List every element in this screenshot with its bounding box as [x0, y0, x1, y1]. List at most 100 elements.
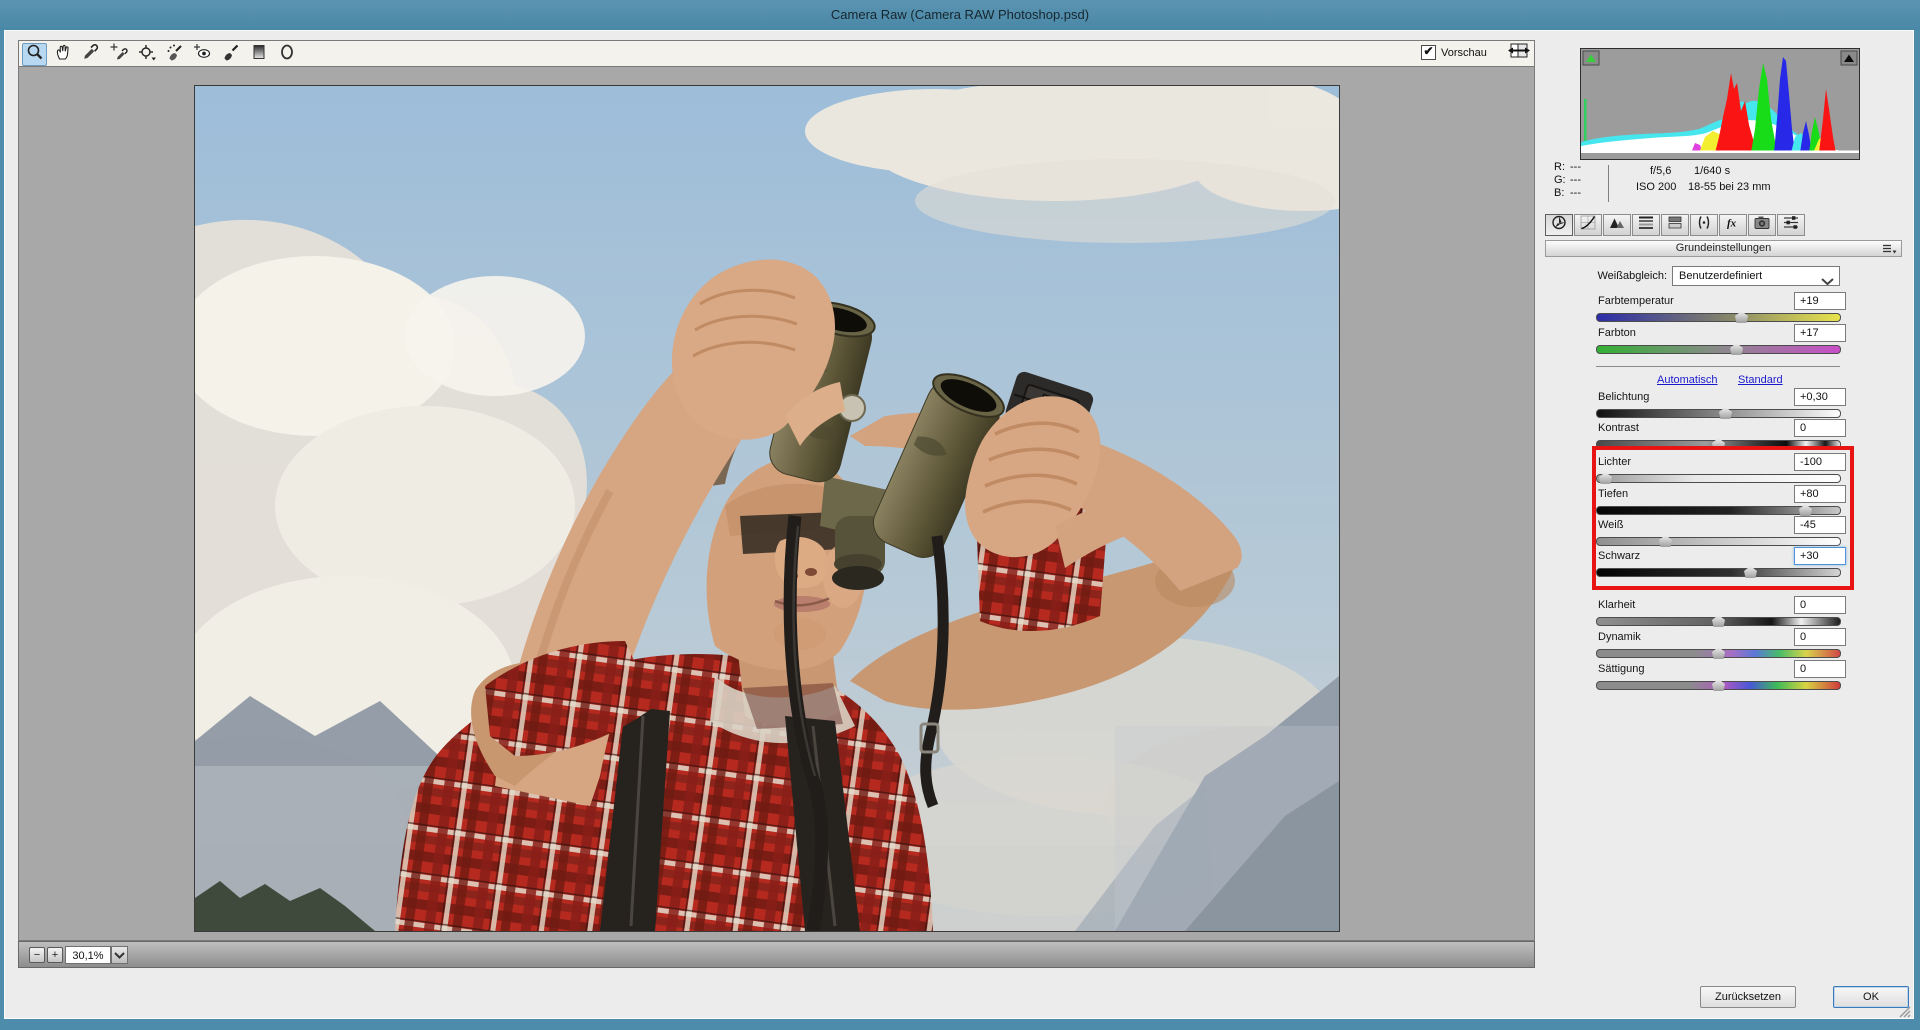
white-balance-tool-button[interactable]	[78, 43, 103, 66]
reset-button[interactable]: Zurücksetzen	[1700, 986, 1796, 1008]
camera-icon	[1754, 215, 1770, 235]
slider-value-input[interactable]: 0	[1794, 596, 1846, 614]
b-value: ---	[1570, 187, 1581, 199]
white-balance-dropdown[interactable]: Benutzerdefiniert	[1672, 266, 1840, 286]
split-toning-icon	[1667, 215, 1683, 235]
tab-camera-calibration[interactable]	[1748, 214, 1776, 236]
slider-label: Klarheit	[1598, 599, 1635, 611]
slider-label: Kontrast	[1598, 422, 1639, 434]
photo-illustration	[195, 86, 1339, 931]
fx-icon: fx	[1725, 215, 1741, 235]
presets-sliders-icon	[1783, 215, 1799, 235]
hand-tool-icon	[53, 42, 73, 67]
slider-value-input[interactable]: 0	[1794, 628, 1846, 646]
zoom-tool-button[interactable]	[22, 43, 47, 66]
highlight-clipping-warning-button[interactable]	[1841, 51, 1857, 65]
tab-effects[interactable]: fx	[1719, 214, 1747, 236]
tab-basic[interactable]	[1545, 214, 1573, 236]
annotation-highlight-box	[1592, 446, 1854, 590]
zoom-out-button[interactable]: −	[29, 947, 45, 963]
b-label: B:	[1554, 187, 1570, 200]
preview-checkbox[interactable]: ✔	[1421, 45, 1436, 60]
zoom-level-dropdown-button[interactable]	[111, 946, 128, 964]
tab-presets[interactable]	[1777, 214, 1805, 236]
zoom-status-bar: − + 30,1%	[18, 941, 1535, 968]
rgb-b-row: B:---	[1554, 187, 1581, 200]
slider-track[interactable]	[1596, 649, 1841, 658]
readout-divider	[1608, 165, 1609, 202]
resize-grip[interactable]	[1897, 1004, 1911, 1023]
radial-filter-tool-button[interactable]	[274, 43, 299, 66]
histogram-panel	[1580, 48, 1860, 160]
spot-removal-icon	[165, 42, 185, 67]
slider-thumb[interactable]	[1719, 407, 1732, 419]
color-sampler-tool-button[interactable]	[106, 43, 131, 66]
tab-lens-corrections[interactable]	[1690, 214, 1718, 236]
targeted-adjustment-icon	[137, 42, 157, 67]
slider-thumb[interactable]	[1712, 647, 1725, 659]
slider-label: Dynamik	[1598, 631, 1641, 643]
panel-menu-icon	[1882, 243, 1897, 255]
red-eye-icon	[193, 42, 213, 67]
slider-track[interactable]	[1596, 313, 1841, 322]
slider-temperature: Farbtemperatur+19	[1596, 292, 1842, 322]
slider-track[interactable]	[1596, 681, 1841, 690]
zoom-level-field[interactable]: 30,1%	[65, 946, 111, 964]
photo-preview[interactable]	[194, 85, 1340, 932]
slider-track[interactable]	[1596, 617, 1841, 626]
zoom-in-button[interactable]: +	[47, 947, 63, 963]
slider-value-input[interactable]: 0	[1794, 419, 1846, 437]
slider-label: Sättigung	[1598, 663, 1644, 675]
shadow-clipping-warning-button[interactable]	[1583, 51, 1599, 65]
radial-filter-icon	[277, 42, 297, 67]
histogram-chart	[1581, 49, 1859, 159]
rgb-r-row: R:---	[1554, 161, 1581, 174]
tab-tone-curve[interactable]	[1574, 214, 1602, 236]
slider-thumb[interactable]	[1712, 615, 1725, 627]
tool-options-bar: ✔ Vorschau	[18, 40, 1535, 67]
toggle-fullscreen-button[interactable]	[1506, 42, 1532, 64]
hsl-icon	[1638, 215, 1654, 235]
lens-corrections-icon	[1696, 215, 1712, 235]
adjustment-brush-tool-button[interactable]	[218, 43, 243, 66]
panel-header: Grundeinstellungen	[1545, 240, 1902, 257]
slider-value-input[interactable]: +17	[1794, 324, 1846, 342]
default-link[interactable]: Standard	[1738, 374, 1783, 386]
tab-detail[interactable]	[1603, 214, 1631, 236]
svg-text:fx: fx	[1727, 218, 1737, 230]
spot-removal-tool-button[interactable]	[162, 43, 187, 66]
white-balance-eyedropper-icon	[81, 42, 101, 67]
slider-thumb[interactable]	[1735, 311, 1748, 323]
slider-vibrance: Dynamik0	[1596, 628, 1842, 658]
slider-thumb[interactable]	[1730, 343, 1743, 355]
auto-link[interactable]: Automatisch	[1657, 374, 1718, 386]
tab-hsl-grayscale[interactable]	[1632, 214, 1660, 236]
hand-tool-button[interactable]	[50, 43, 75, 66]
chevron-down-icon	[1821, 273, 1834, 291]
graduated-filter-tool-button[interactable]	[246, 43, 271, 66]
slider-value-input[interactable]: +19	[1794, 292, 1846, 310]
aperture-icon	[1551, 215, 1567, 235]
slider-value-input[interactable]: 0	[1794, 660, 1846, 678]
camera-raw-window: Camera Raw (Camera RAW Photoshop.psd)	[0, 0, 1920, 1030]
red-eye-tool-button[interactable]	[190, 43, 215, 66]
exif-iso: ISO 200	[1636, 181, 1676, 193]
rgb-g-row: G:---	[1554, 174, 1581, 187]
color-sampler-icon	[109, 42, 129, 67]
panel-menu-button[interactable]	[1882, 243, 1897, 260]
slider-track[interactable]	[1596, 409, 1841, 418]
targeted-adjustment-tool-button[interactable]	[134, 43, 159, 66]
r-label: R:	[1554, 161, 1570, 174]
tab-split-toning[interactable]	[1661, 214, 1689, 236]
slider-track[interactable]	[1596, 345, 1841, 354]
graduated-filter-icon	[249, 42, 269, 67]
slider-contrast: Kontrast0	[1596, 419, 1842, 449]
panel-header-title: Grundeinstellungen	[1676, 242, 1771, 254]
slider-thumb[interactable]	[1712, 679, 1725, 691]
toggle-fullscreen-icon	[1507, 41, 1531, 66]
slider-value-input[interactable]: +0,30	[1794, 388, 1846, 406]
slider-label: Belichtung	[1598, 391, 1649, 403]
adjustment-brush-icon	[221, 42, 241, 67]
rgb-readout: R:--- G:--- B:---	[1554, 161, 1581, 200]
g-label: G:	[1554, 174, 1570, 187]
